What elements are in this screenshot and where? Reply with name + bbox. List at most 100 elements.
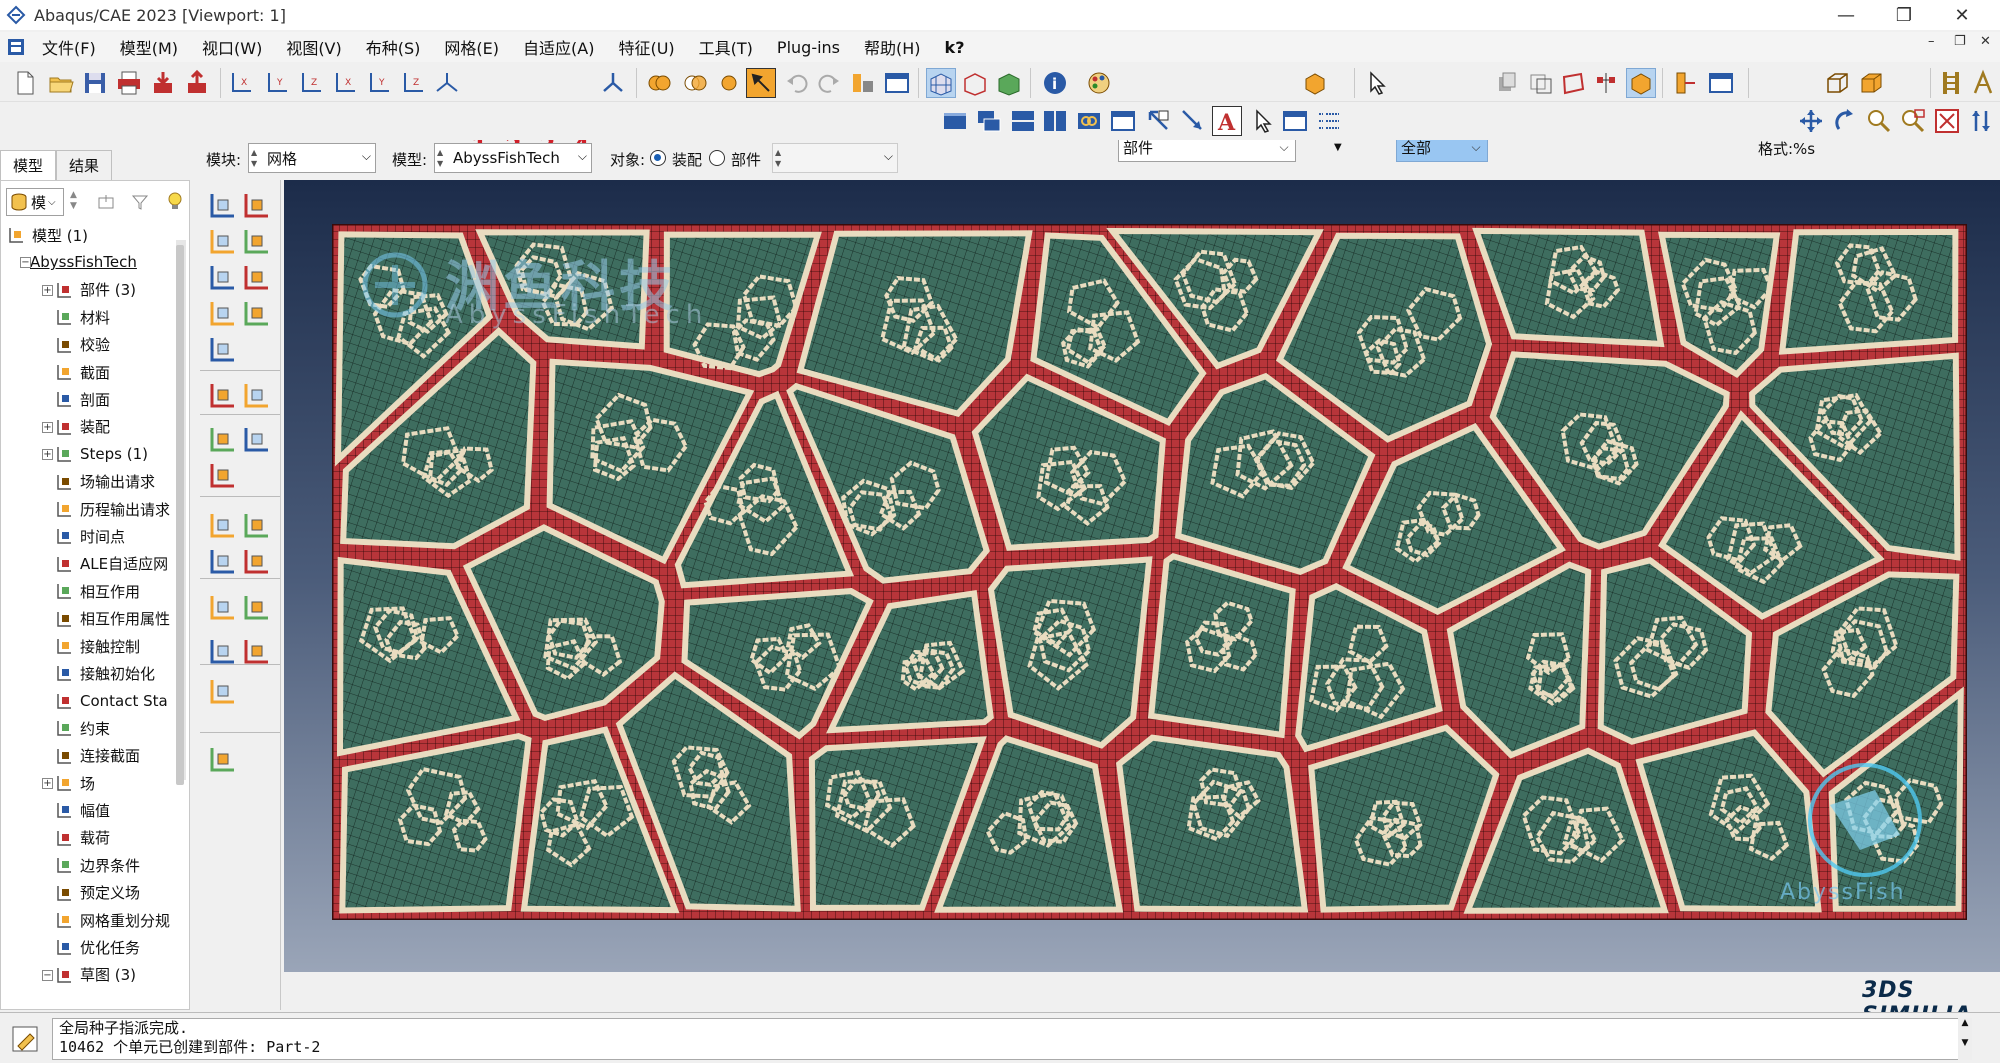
move-up-down-icon[interactable]: ▲ ▼ [70,190,77,212]
tree-node[interactable]: + 部件 (3) [42,277,136,303]
tree-node[interactable]: 时间点 [54,523,125,549]
menu-help[interactable]: 帮助(H) [852,35,933,59]
tree-scrollbar-thumb[interactable] [176,245,184,785]
close-button[interactable]: ✕ [1934,0,1990,30]
cycle-views-icon[interactable] [1966,106,1996,136]
expand-toggle-icon[interactable]: − [20,257,31,269]
datum-axis-icon[interactable] [240,546,272,578]
tab-results[interactable]: 结果 [56,150,113,180]
link-viewports-icon[interactable] [1074,106,1104,136]
menu-view[interactable]: 视图(V) [274,35,353,59]
tree-node[interactable]: 剖面 [54,386,110,412]
datum-table-icon[interactable] [1706,68,1736,98]
viewport-cascade-icon[interactable] [974,106,1004,136]
expand-toggle-icon[interactable]: − [42,969,53,981]
text-annotation-icon[interactable]: A [1212,106,1242,136]
mesh-display-icon[interactable] [926,68,956,98]
tools-icon[interactable] [206,744,238,776]
menu-model[interactable]: 模型(M) [108,35,190,59]
zoom-icon[interactable] [1864,106,1894,136]
extrude-icon[interactable] [240,636,272,668]
document-menu-icon[interactable] [6,37,26,57]
mesh-delete-icon[interactable] [206,380,238,412]
select-nodes-icon[interactable] [1592,68,1622,98]
import-icon[interactable] [148,68,178,98]
mesh-controls-icon[interactable] [206,262,238,294]
lightbulb-icon[interactable] [164,190,186,212]
measure-icon[interactable] [1968,68,1998,98]
tree-node[interactable]: 模型 (1) [6,222,88,248]
wireframe-cube-icon[interactable] [1822,68,1852,98]
viewport-single-icon[interactable] [940,106,970,136]
partition-cell-icon[interactable] [240,424,272,456]
view-zy-icon[interactable]: Z [398,68,428,98]
seed-delete-icon[interactable] [206,226,238,258]
chevron-down-icon[interactable]: ▼ [1334,142,1342,153]
seed-edge-delete-icon[interactable] [240,226,272,258]
select-3d-icon[interactable] [1626,68,1656,98]
seed-edge-icon[interactable] [240,190,272,222]
datum-csys-icon[interactable] [206,592,238,624]
tree-node[interactable]: 预定义场 [54,880,140,906]
model-combo[interactable]: ▲ ▼ AbyssFishTech ⌵ [434,143,592,173]
select-arrow-icon[interactable] [1362,68,1392,98]
menu-adaptivity[interactable]: 自适应(A) [511,35,606,59]
datum-plane-icon[interactable] [240,592,272,624]
viewport-annotations-icon[interactable] [1108,106,1138,136]
minimize-button[interactable]: — [1818,0,1874,30]
virtual-topology-icon[interactable] [206,510,238,542]
save-icon[interactable] [80,68,110,98]
mesh-wire-icon[interactable] [960,68,990,98]
pick-icon[interactable] [746,68,776,98]
tree-node[interactable]: + Steps (1) [42,441,148,467]
shaded-icon[interactable] [994,68,1024,98]
part-combo[interactable]: ▲ ▼ ⌵ [772,143,898,173]
tree-node[interactable]: 历程输出请求 [54,496,170,522]
collapse-icon[interactable] [96,192,116,212]
context-help-icon[interactable]: k? [933,38,977,57]
message-area-icon[interactable] [10,1024,42,1056]
list-icon[interactable] [1314,106,1344,136]
tree-node[interactable]: 约束 [54,715,110,741]
mesh-grain[interactable] [1116,734,1309,913]
new-file-icon[interactable] [10,68,40,98]
color-code-icon[interactable] [1084,68,1114,98]
tree-node[interactable]: 接触控制 [54,633,140,659]
module-combo[interactable]: ▲ ▼ 网格 ⌵ [248,143,376,173]
select-inside-icon[interactable] [1526,68,1556,98]
tree-node[interactable]: + 场 [42,770,95,796]
filter-icon[interactable] [130,192,150,212]
tab-model[interactable]: 模型 [0,150,57,180]
repair-icon[interactable] [206,676,238,708]
tree-node[interactable]: 边界条件 [54,852,140,878]
tree-node[interactable]: 截面 [54,359,110,385]
instance-icon[interactable] [1300,68,1330,98]
mesh-grain[interactable] [339,732,532,914]
tree-node[interactable]: 接触初始化 [54,660,155,686]
expand-toggle-icon[interactable]: + [42,421,53,433]
tree-node[interactable]: − 草图 (3) [42,962,136,988]
element-type-icon[interactable] [240,262,272,294]
tree-node[interactable]: 连接截面 [54,743,140,769]
expand-toggle-icon[interactable]: + [42,449,53,461]
pan-icon[interactable] [1796,106,1826,136]
tree-node[interactable]: 相互作用 [54,578,140,604]
partition-icon[interactable] [1670,68,1700,98]
annotation-arrow-icon[interactable] [1144,106,1174,136]
sweep-icon[interactable] [206,636,238,668]
box-zoom-icon[interactable] [1898,106,1928,136]
assign-table-icon[interactable] [206,424,238,456]
part-radio[interactable] [709,150,725,166]
mdi-close-button[interactable]: ✕ [1980,34,1991,49]
tree-node[interactable]: − AbyssFishTech [20,249,137,275]
tree-node[interactable]: + 装配 [42,414,110,440]
menu-file[interactable]: 文件(F) [30,35,108,59]
mdi-restore-button[interactable]: ❐ [1954,34,1966,49]
pointer-icon[interactable] [1248,106,1278,136]
mesh-grain[interactable] [1147,553,1296,739]
annotation-manager-icon[interactable] [1280,106,1310,136]
query-icon[interactable] [848,68,878,98]
mesh-part-icon[interactable] [206,298,238,330]
view-yx-icon[interactable]: Y [262,68,292,98]
tree-node[interactable]: Contact Sta [54,688,168,714]
